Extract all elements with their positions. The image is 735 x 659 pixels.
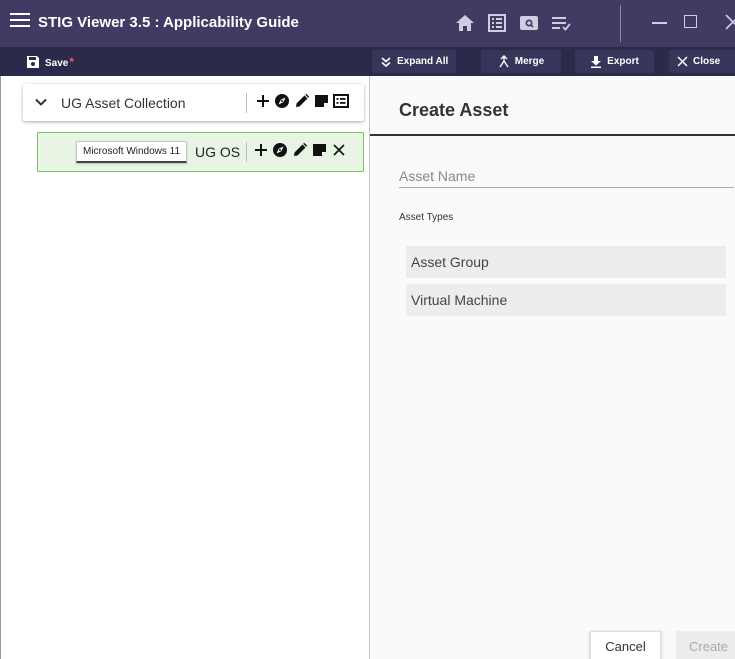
edit-icon[interactable] — [292, 142, 308, 158]
export-button[interactable]: Export — [575, 50, 654, 73]
search-box-icon[interactable] — [518, 12, 540, 34]
edit-icon[interactable] — [294, 93, 310, 109]
asset-type-option[interactable]: Virtual Machine — [406, 284, 726, 316]
expand-all-button[interactable]: Expand All — [372, 50, 457, 73]
window-close-icon[interactable] — [722, 11, 735, 33]
save-icon — [27, 55, 39, 68]
app-title: STIG Viewer 3.5 : Applicability Guide — [38, 14, 299, 31]
title-divider — [370, 134, 735, 136]
merge-icon — [499, 55, 509, 68]
asset-platform-tag[interactable]: Microsoft Windows 11 — [76, 141, 188, 163]
asset-type-option[interactable]: Asset Group — [406, 246, 726, 278]
note-icon[interactable] — [314, 93, 329, 109]
asset-name: UG OS — [195, 144, 241, 160]
create-button[interactable]: Create — [676, 631, 735, 659]
add-icon[interactable] — [254, 142, 268, 158]
asset-tree-pane: UG Asset Collection Microsoft Windows 11… — [0, 76, 369, 659]
export-label: Export — [607, 56, 639, 67]
filter-list-icon[interactable] — [550, 12, 572, 34]
add-icon[interactable] — [256, 93, 270, 109]
home-icon[interactable] — [454, 12, 476, 34]
list-icon[interactable] — [333, 93, 349, 109]
toolbar: Save* Expand All Merge Export Close — [0, 47, 735, 76]
expand-all-label: Expand All — [397, 56, 449, 67]
close-icon — [677, 56, 688, 67]
asset-actions — [254, 142, 347, 158]
compass-icon[interactable] — [274, 93, 290, 109]
title-bar-divider — [620, 5, 621, 42]
asset-types-label: Asset Types — [399, 212, 454, 223]
expand-all-icon — [381, 56, 391, 67]
collection-name: UG Asset Collection — [61, 95, 186, 111]
close-button[interactable]: Close — [669, 50, 735, 73]
maximize-icon[interactable] — [684, 15, 697, 28]
create-asset-panel: Create Asset Asset Types Asset Group Vir… — [369, 76, 735, 659]
row-divider — [246, 142, 247, 162]
merge-label: Merge — [514, 56, 545, 67]
title-bar: STIG Viewer 3.5 : Applicability Guide — [0, 0, 735, 47]
cancel-button[interactable]: Cancel — [590, 631, 661, 659]
chevron-down-icon[interactable] — [33, 94, 49, 110]
save-button[interactable]: Save* — [20, 50, 82, 73]
asset-row[interactable]: Microsoft Windows 11 UG OS — [37, 132, 364, 172]
asset-name-input[interactable] — [399, 164, 734, 188]
panel-title: Create Asset — [399, 100, 509, 120]
minimize-icon[interactable] — [652, 22, 667, 24]
hamburger-menu-icon[interactable] — [10, 13, 30, 33]
compass-icon[interactable] — [272, 142, 288, 158]
collection-row[interactable]: UG Asset Collection — [23, 84, 364, 121]
checklist-icon[interactable] — [486, 12, 508, 34]
save-label: Save — [45, 57, 69, 69]
close-label: Close — [693, 56, 721, 67]
merge-button[interactable]: Merge — [481, 50, 561, 73]
row-divider — [246, 93, 247, 113]
unsaved-marker: * — [69, 54, 75, 69]
remove-icon[interactable] — [331, 142, 347, 158]
note-icon[interactable] — [312, 142, 327, 158]
collection-actions — [256, 93, 349, 109]
download-icon — [591, 56, 602, 68]
